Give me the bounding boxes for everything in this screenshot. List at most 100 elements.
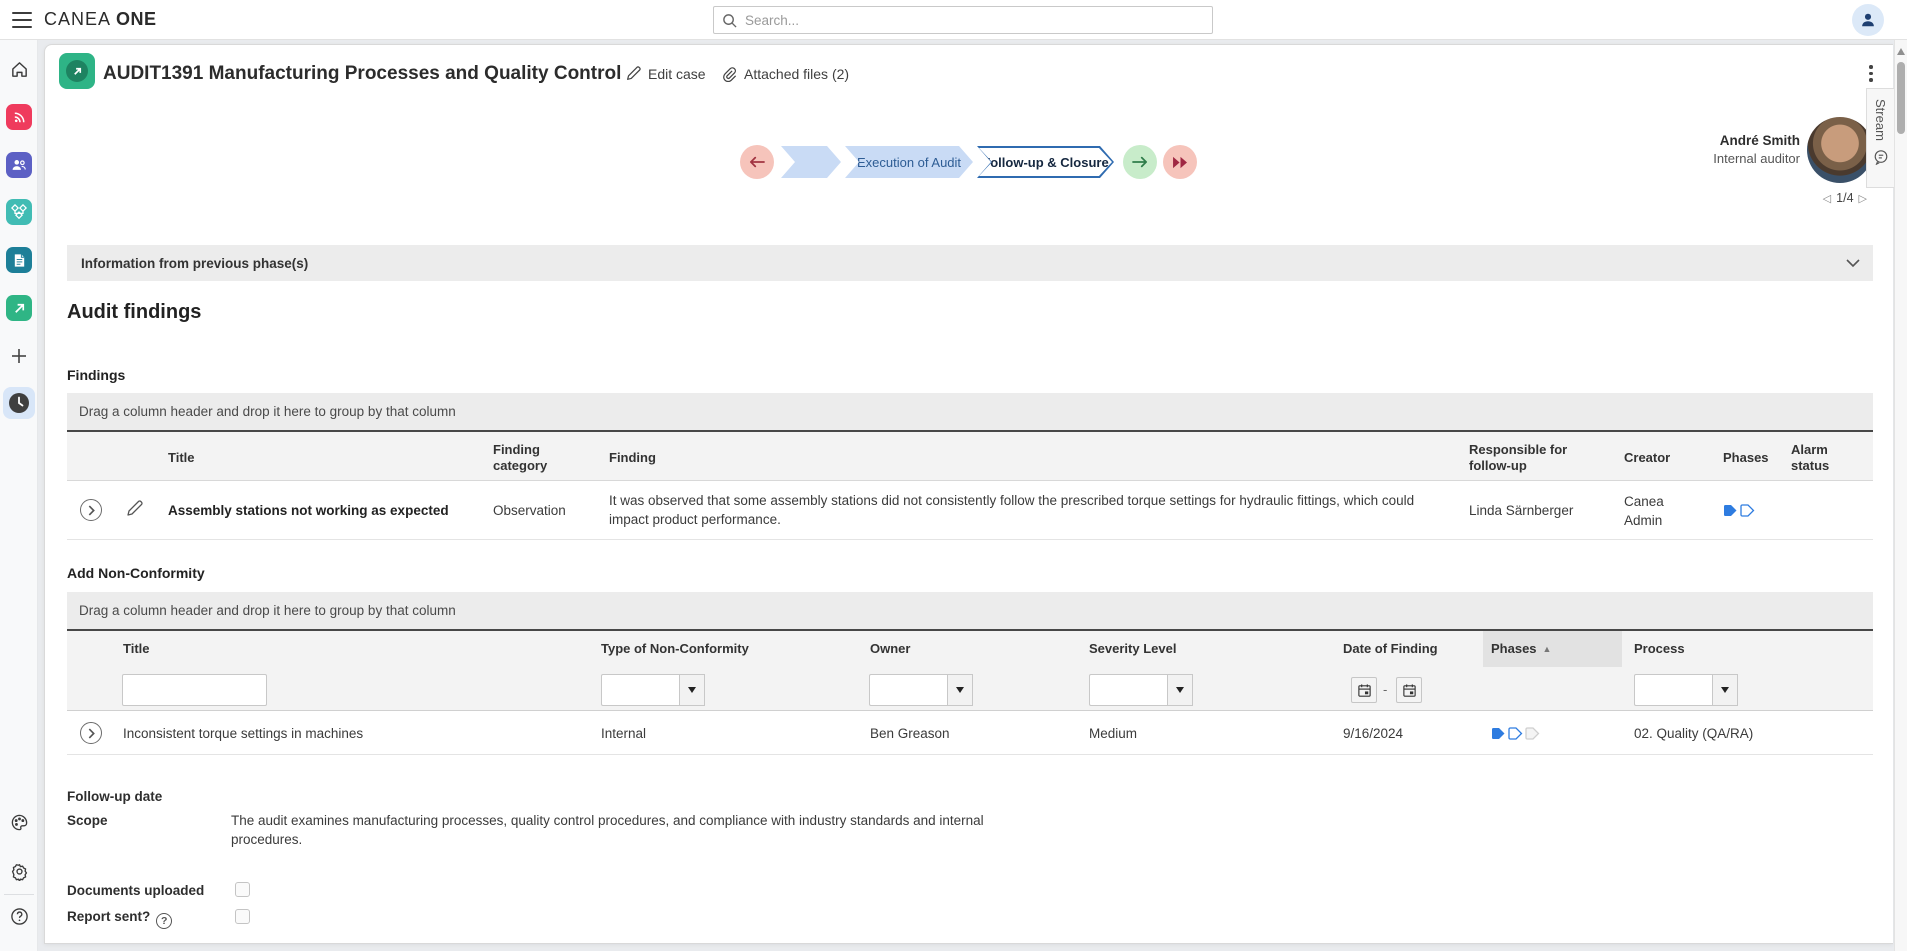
sidebar-item-theme[interactable]: [6, 809, 32, 835]
sidebar-item-settings[interactable]: [6, 858, 32, 884]
report-sent-checkbox[interactable]: [235, 909, 250, 924]
scrollbar-up-arrow[interactable]: [1897, 48, 1905, 55]
nc-type-cell: Internal: [601, 711, 646, 755]
expand-row-icon[interactable]: [80, 722, 102, 744]
next-phase-button[interactable]: [1123, 145, 1157, 179]
column-header-date[interactable]: Date of Finding: [1343, 631, 1438, 667]
column-header-type[interactable]: Type of Non-Conformity: [601, 631, 749, 667]
column-header-title[interactable]: Title: [123, 631, 150, 667]
nc-title-cell: Inconsistent torque settings in machines: [123, 711, 363, 755]
sidebar-item-history[interactable]: [3, 387, 35, 419]
brand-logo: CANEAONE: [44, 9, 157, 30]
creator-cell: Canea Admin: [1624, 481, 1679, 540]
phase-chevron-earlier[interactable]: [781, 146, 841, 178]
arrow-left-icon: [748, 155, 766, 169]
scrollbar-thumb[interactable]: [1897, 62, 1905, 134]
scope-label: Scope: [67, 813, 108, 828]
findings-table-row[interactable]: Assembly stations not working as expecte…: [67, 481, 1873, 540]
attached-files-button[interactable]: Attached files (2): [721, 66, 849, 82]
dropdown-arrow-icon: [956, 687, 964, 693]
sidebar-divider: [4, 894, 34, 895]
finding-category-cell: Observation: [493, 481, 566, 540]
column-header-phases[interactable]: Phases: [1723, 432, 1769, 483]
severity-filter-dropdown-button[interactable]: [1167, 674, 1193, 706]
nc-owner-cell: Ben Greason: [870, 711, 950, 755]
calendar-icon: [1402, 683, 1417, 698]
phase-complete-icon: [1723, 504, 1738, 517]
sidebar-item-help[interactable]: [6, 903, 32, 929]
owner-filter-value[interactable]: [869, 674, 947, 706]
pager-prev-icon[interactable]: ◁: [1823, 192, 1831, 205]
home-icon: [10, 60, 29, 79]
date-from-picker-button[interactable]: [1351, 677, 1377, 703]
severity-filter-value[interactable]: [1089, 674, 1167, 706]
arrow-up-right-icon: [72, 66, 83, 77]
paperclip-icon: [721, 66, 737, 82]
title-filter-input[interactable]: [122, 674, 267, 706]
assignee-avatar: [1807, 117, 1873, 183]
previous-phase-info-label: Information from previous phase(s): [81, 256, 308, 271]
documents-uploaded-checkbox[interactable]: [235, 882, 250, 897]
owner-filter-dropdown: [869, 674, 973, 706]
column-header-alarm-status[interactable]: Alarm status: [1791, 432, 1846, 483]
type-filter-dropdown: [601, 674, 705, 706]
skip-to-end-button[interactable]: [1163, 145, 1197, 179]
search-input[interactable]: [745, 13, 1204, 28]
sidebar-item-documents[interactable]: [6, 247, 32, 273]
global-search: [713, 6, 1213, 34]
gear-icon: [10, 862, 29, 881]
sidebar-item-audit[interactable]: [6, 295, 32, 321]
process-filter-value[interactable]: [1634, 674, 1712, 706]
sidebar-item-process[interactable]: [6, 199, 32, 225]
expand-row-icon[interactable]: [80, 499, 102, 521]
report-help-icon[interactable]: ?: [156, 913, 172, 929]
edit-row-icon[interactable]: [125, 500, 143, 518]
sort-asc-icon: ▲: [1543, 641, 1552, 657]
column-header-responsible[interactable]: Responsible for follow-up: [1469, 432, 1594, 483]
type-filter-value[interactable]: [601, 674, 679, 706]
owner-filter-dropdown-button[interactable]: [947, 674, 973, 706]
process-filter-dropdown-button[interactable]: [1712, 674, 1738, 706]
nonconformity-table-row[interactable]: Inconsistent torque settings in machines…: [67, 711, 1873, 755]
phase-complete-icon: [1491, 727, 1506, 740]
phase-chevron-current[interactable]: Follow-up & Closure: [977, 146, 1114, 178]
phase-current-icon: [1740, 504, 1755, 517]
column-header-finding-category[interactable]: Finding category: [493, 432, 573, 483]
sidebar-item-home[interactable]: [6, 56, 32, 82]
edit-case-button[interactable]: Edit case: [625, 66, 706, 82]
column-header-severity[interactable]: Severity Level: [1089, 631, 1176, 667]
previous-phase-button[interactable]: [740, 145, 774, 179]
top-bar: CANEAONE: [0, 0, 1907, 40]
column-header-phases-sorted[interactable]: Phases ▲: [1491, 631, 1551, 667]
column-header-creator[interactable]: Creator: [1624, 432, 1670, 483]
palette-icon: [10, 813, 29, 832]
column-header-finding[interactable]: Finding: [609, 432, 656, 483]
edit-case-label: Edit case: [648, 66, 706, 82]
previous-phase-info-expander[interactable]: Information from previous phase(s): [67, 245, 1873, 281]
help-icon: [10, 907, 29, 926]
more-options-icon[interactable]: [1863, 65, 1879, 87]
phases-cell: [1723, 504, 1755, 517]
dropdown-arrow-icon: [1721, 687, 1729, 693]
user-menu-button[interactable]: [1852, 4, 1884, 36]
pager-next-icon[interactable]: ▷: [1859, 192, 1867, 205]
column-header-process[interactable]: Process: [1634, 631, 1685, 667]
column-header-title[interactable]: Title: [168, 432, 195, 483]
vertical-scrollbar: [1894, 40, 1907, 951]
phase-chevron-execution[interactable]: Execution of Audit: [845, 146, 973, 178]
assignee-pager: ◁ 1/4 ▷: [1823, 191, 1867, 205]
sidebar-item-add[interactable]: [6, 343, 32, 369]
type-filter-dropdown-button[interactable]: [679, 674, 705, 706]
sidebar-item-people[interactable]: [6, 152, 32, 178]
brand-primary: CANEA: [44, 9, 111, 29]
findings-header-row: Title Finding category Finding Responsib…: [67, 430, 1873, 481]
nonconformity-grid-label: Add Non-Conformity: [67, 565, 205, 581]
column-header-owner[interactable]: Owner: [870, 631, 910, 667]
date-to-picker-button[interactable]: [1396, 677, 1422, 703]
phase-current-icon: [1508, 727, 1523, 740]
people-icon: [11, 157, 27, 173]
brand-secondary: ONE: [116, 9, 157, 29]
hamburger-menu-icon[interactable]: [12, 12, 32, 28]
sidebar-item-feed[interactable]: [6, 104, 32, 130]
stream-side-tab[interactable]: Stream: [1866, 88, 1894, 188]
